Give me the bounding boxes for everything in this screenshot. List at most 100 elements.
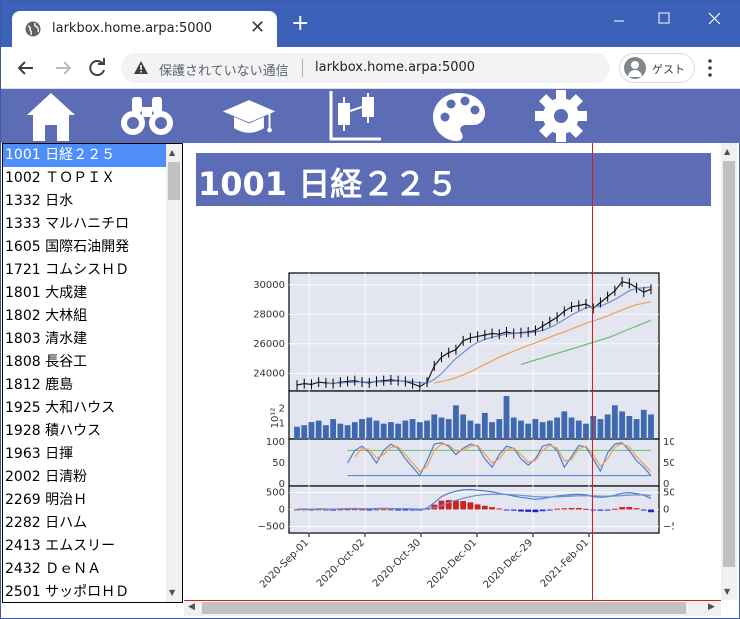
stock-list-item[interactable]: 1002 ＴＯＰＩＸ bbox=[3, 167, 166, 190]
price-tick-label: 26000 bbox=[254, 339, 285, 350]
stock-list-item[interactable]: 1605 国際石油開発 bbox=[3, 236, 166, 259]
scroll-right-icon[interactable]: ▶ bbox=[708, 602, 715, 612]
volume-bar bbox=[438, 417, 445, 439]
macd-histogram-bar bbox=[561, 508, 568, 510]
macd-histogram-bar bbox=[366, 509, 373, 511]
stock-list-item[interactable]: 1963 日揮 bbox=[3, 443, 166, 466]
scroll-up-icon[interactable]: ▲ bbox=[169, 148, 175, 157]
x-tick-label: 2020-Oct-30 bbox=[371, 537, 423, 589]
macd-histogram-bar bbox=[640, 509, 647, 511]
scroll-thumb[interactable] bbox=[168, 162, 180, 200]
page-horizontal-scrollbar[interactable]: ◀ ▶ bbox=[184, 600, 721, 616]
macd-histogram-bar bbox=[402, 509, 409, 511]
stock-list-item[interactable]: 1001 日経２２５ bbox=[3, 144, 166, 167]
volume-bar bbox=[395, 423, 402, 439]
macd-histogram-bar bbox=[633, 508, 640, 510]
volume-bar bbox=[366, 417, 373, 439]
stoch-tick-label: 100 bbox=[266, 437, 285, 448]
macd-histogram-bar bbox=[583, 508, 589, 510]
stock-list-item[interactable]: 2002 日清粉 bbox=[3, 466, 166, 489]
maximize-icon[interactable] bbox=[649, 11, 679, 27]
browser-tab[interactable]: larkbox.home.arpa:5000 ✕ bbox=[12, 11, 277, 48]
page-vertical-scrollbar[interactable]: ▲ ▼ bbox=[721, 143, 737, 600]
volume-bar bbox=[510, 417, 517, 439]
volume-bar bbox=[431, 414, 438, 439]
volume-bar bbox=[409, 419, 416, 439]
volume-bar bbox=[359, 419, 365, 439]
stock-list-item[interactable]: 1333 マルハニチロ bbox=[3, 213, 166, 236]
volume-bar bbox=[416, 422, 423, 439]
volume-bar bbox=[337, 423, 344, 439]
stock-list-item[interactable]: 1332 日水 bbox=[3, 190, 166, 213]
new-tab-icon[interactable]: + bbox=[291, 13, 309, 35]
price-tick-label: 30000 bbox=[254, 280, 285, 291]
reload-icon[interactable] bbox=[85, 56, 109, 80]
volume-bar bbox=[648, 414, 654, 439]
stock-list-item[interactable]: 2501 サッポロＨＤ bbox=[3, 581, 166, 602]
stock-list[interactable]: 1001 日経２２５ 1002 ＴＯＰＩＸ 1332 日水 1333 マルハニチロ 16… bbox=[2, 143, 183, 603]
forward-icon[interactable] bbox=[51, 56, 75, 80]
volume-bar bbox=[308, 422, 315, 439]
macd-histogram-bar bbox=[453, 500, 459, 510]
volume-bar bbox=[604, 414, 611, 439]
stock-list-items: 1001 日経２２５ 1002 ＴＯＰＩＸ 1332 日水 1333 マルハニチロ 16… bbox=[3, 144, 166, 602]
stock-list-item[interactable]: 2413 エムスリー bbox=[3, 535, 166, 558]
volume-bar bbox=[525, 423, 532, 439]
stock-list-item[interactable]: 1721 コムシスＨＤ bbox=[3, 259, 166, 282]
profile-label: ゲスト bbox=[652, 63, 685, 76]
minimize-icon[interactable] bbox=[604, 13, 634, 29]
macd-histogram-bar bbox=[611, 508, 618, 510]
volume-bar bbox=[294, 426, 300, 439]
palette-icon[interactable] bbox=[431, 89, 487, 143]
scroll-thumb[interactable] bbox=[723, 161, 735, 567]
volume-bar bbox=[626, 416, 633, 439]
stock-list-item[interactable]: 2269 明治Ｈ bbox=[3, 489, 166, 512]
home-icon[interactable] bbox=[23, 89, 79, 143]
stock-list-scrollbar[interactable]: ▲ ▼ bbox=[166, 144, 182, 602]
macd-histogram-bar bbox=[546, 509, 553, 511]
candlestick-chart-icon[interactable] bbox=[327, 89, 383, 143]
scroll-down-icon[interactable]: ▼ bbox=[724, 587, 730, 596]
stock-list-item[interactable]: 2432 ＤｅＮＡ bbox=[3, 558, 166, 581]
stock-list-item[interactable]: 1925 大和ハウス bbox=[3, 397, 166, 420]
macd-histogram-bar bbox=[568, 507, 575, 510]
volume-bar bbox=[561, 411, 568, 439]
macd-histogram-bar bbox=[554, 508, 560, 510]
profile-icon bbox=[624, 57, 646, 79]
stock-list-item[interactable]: 1808 長谷工 bbox=[3, 351, 166, 374]
gear-icon[interactable] bbox=[533, 89, 589, 143]
stock-list-item[interactable]: 1802 大林組 bbox=[3, 305, 166, 328]
stock-list-item[interactable]: 1803 清水建 bbox=[3, 328, 166, 351]
warning-icon bbox=[134, 61, 148, 74]
scroll-left-icon[interactable]: ◀ bbox=[188, 602, 195, 612]
scroll-thumb[interactable] bbox=[202, 602, 686, 614]
stoch-tick-label: 50 bbox=[272, 458, 285, 469]
scroll-up-icon[interactable]: ▲ bbox=[724, 147, 730, 156]
stock-list-item[interactable]: 1928 積ハウス bbox=[3, 420, 166, 443]
x-tick-label: 2020-Dec-29 bbox=[482, 537, 536, 591]
volume-bar bbox=[539, 422, 546, 439]
binoculars-icon[interactable] bbox=[119, 89, 175, 143]
menu-icon[interactable] bbox=[707, 58, 713, 78]
stock-list-item[interactable]: 1801 大成建 bbox=[3, 282, 166, 305]
tab-close-icon[interactable]: ✕ bbox=[250, 17, 265, 38]
volume-bar bbox=[619, 411, 625, 439]
volume-bar bbox=[518, 420, 524, 439]
macd-histogram-bar bbox=[510, 509, 517, 511]
volume-bar bbox=[546, 420, 553, 439]
stock-list-item[interactable]: 2282 日ハム bbox=[3, 512, 166, 535]
stock-list-item[interactable]: 1812 鹿島 bbox=[3, 374, 166, 397]
macd-histogram-bar bbox=[474, 504, 481, 510]
graduation-cap-icon[interactable] bbox=[221, 89, 277, 143]
security-label[interactable]: 保護されていない通信 bbox=[159, 60, 289, 79]
chart-panel-volume bbox=[288, 390, 660, 440]
profile-button[interactable]: ゲスト bbox=[619, 53, 695, 83]
url-text[interactable]: larkbox.home.arpa:5000 bbox=[315, 60, 475, 75]
macd-histogram-bar bbox=[604, 509, 611, 511]
x-tick-label: 2020-Sep-01 bbox=[258, 537, 311, 590]
macd-tick-label: 0 bbox=[279, 505, 285, 516]
scroll-down-icon[interactable]: ▼ bbox=[169, 588, 175, 597]
back-icon[interactable] bbox=[14, 56, 38, 80]
close-icon[interactable] bbox=[699, 11, 729, 27]
address-bar[interactable]: 保護されていない通信 larkbox.home.arpa:5000 bbox=[121, 53, 610, 83]
